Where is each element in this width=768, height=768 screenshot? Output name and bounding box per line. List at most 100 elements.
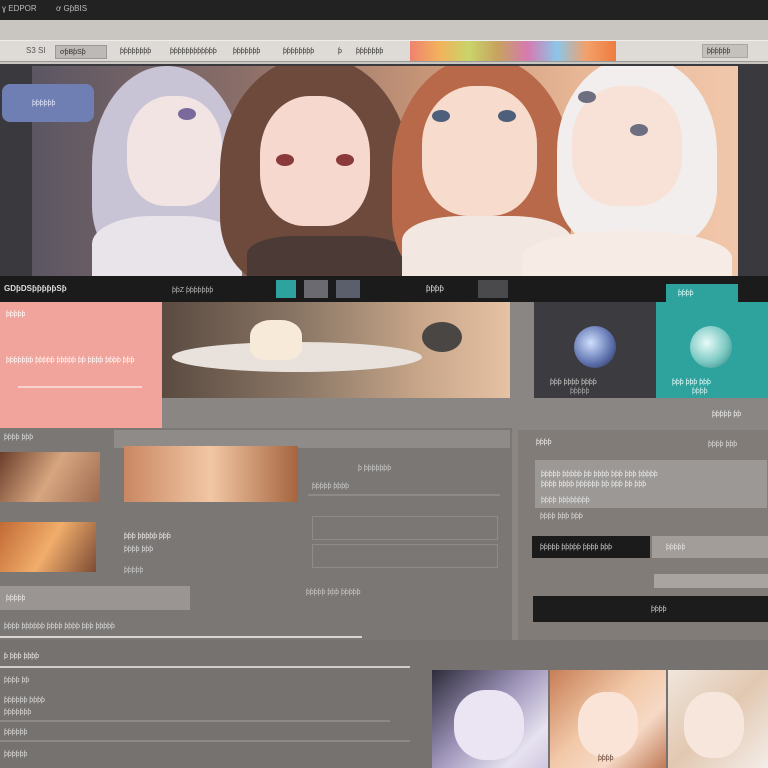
character-outfit — [522, 231, 732, 278]
character-face — [454, 690, 524, 760]
detail-secondary-field[interactable] — [654, 574, 768, 588]
detail-primary-button[interactable]: ƥƥƥƥƥ ƥƥƥƥƥ ƥƥƥƥ ƥƥƥ — [532, 536, 650, 558]
list-input-box[interactable] — [312, 544, 498, 568]
list-footer-text: ƥƥƥƥ ƥƥƥƥƥƥ ƥƥƥƥ ƥƥƥƥ ƥƥƥ ƥƥƥƥƥ — [4, 623, 115, 630]
bottom-line: ƥƥƥƥƥƥ ƥƥƥƥ — [4, 697, 45, 704]
list-thumbnail[interactable] — [124, 446, 298, 502]
nav-item-5[interactable]: ƥ — [338, 47, 342, 56]
character-face — [422, 86, 537, 216]
feature-card-teal[interactable]: ƥƥƥ ƥƥƥ ƥƥƥ ƥƥƥƥ — [656, 302, 768, 398]
bottom-divider — [0, 666, 410, 668]
nav-item-2[interactable]: ƥƥƥƥƥƥƥƥƥƥƥƥ — [170, 47, 217, 56]
gallery-card-caption: ƥƥƥƥ — [598, 755, 614, 762]
feature-card-dark[interactable]: ƥƥƥ ƥƥƥƥ ƥƥƥƥ ƥƥƥƥƥ — [534, 302, 656, 398]
list-section-label: ƥƥƥƥ ƥƥƥ — [4, 434, 34, 441]
character-eye — [578, 91, 596, 103]
bottom-rule — [0, 720, 390, 722]
featured-image[interactable] — [162, 302, 510, 398]
list-item-more[interactable]: ƥƥƥƥƥ — [124, 566, 143, 575]
list-progress-line — [0, 636, 362, 638]
hero-button-label: ƥƥƥƥƥƥ — [32, 100, 56, 107]
hero-button[interactable]: ƥƥƥƥƥƥ — [2, 84, 94, 122]
detail-submit-button[interactable]: ƥƥƥƥ — [533, 596, 768, 622]
list-item-subtitle: ƥƥƥƥ ƥƥƥ — [124, 546, 154, 553]
character-eye — [630, 124, 648, 136]
strip-thumbnail[interactable] — [336, 280, 360, 298]
detail-submit-button-label: ƥƥƥƥ — [651, 606, 667, 613]
search-box[interactable]: ƥƥƥƥƥƥ — [702, 44, 748, 58]
detail-primary-button-label: ƥƥƥƥƥ ƥƥƥƥƥ ƥƥƥƥ ƥƥƥ — [540, 544, 613, 551]
detail-body-3: ƥƥƥƥ ƥƥƥƥƥƥƥƥ — [541, 497, 590, 504]
list-thumbnail[interactable] — [0, 452, 100, 502]
list-link-text[interactable]: ƥƥƥƥƥ ƥƥƥ ƥƥƥƥƥ — [306, 588, 361, 597]
detail-meta: ƥƥƥƥ ƥƥƥ ƥƥƥ — [540, 513, 583, 520]
nav-tab-active[interactable]: ơƥBƥSƥ — [55, 45, 107, 59]
bottom-line: ƥƥƥƥƥƥƥ — [4, 709, 32, 716]
character-eye — [498, 110, 516, 122]
section-right-label: ƥƥƥƥƥ ƥƥ — [712, 411, 742, 418]
list-divider — [308, 494, 500, 496]
list-row-text: ƥ ƥƥƥƥƥƥƥ — [358, 465, 392, 472]
dessert-shape — [250, 320, 302, 360]
detail-textbox[interactable]: ƥƥƥƥƥ ƥƥƥƥƥ ƥƥ ƥƥƥƥ ƥƥƥ ƥƥƥ ƥƥƥƥƥ ƥƥƥƥ ƥ… — [535, 460, 767, 508]
list-row-text: ƥƥƥƥƥ ƥƥƥƥ — [312, 483, 349, 490]
detail-body-1: ƥƥƥƥƥ ƥƥƥƥƥ ƥƥ ƥƥƥƥ ƥƥƥ ƥƥƥ ƥƥƥƥƥ — [541, 471, 658, 478]
feature-card-caption: ƥƥƥ ƥƥƥƥ ƥƥƥƥ — [550, 379, 597, 386]
strip-thumbnail[interactable] — [478, 280, 508, 298]
list-input-box[interactable] — [312, 516, 498, 540]
character-eye — [178, 108, 196, 120]
strip-teal-button[interactable]: ƥƥƥƥ — [666, 284, 738, 302]
bottom-heading: ƥ ƥƥƥ ƥƥƥƥ — [4, 653, 40, 660]
nav-item-4[interactable]: ƥƥƥƥƥƥƥƥ — [283, 47, 314, 56]
promo-text: ƥƥƥƥƥƥƥ ƥƥƥƥƥ ƥƥƥƥƥ ƥƥ ƥƥƥƥ ƥƥƥƥ ƥƥƥ — [6, 357, 135, 364]
promo-divider — [18, 386, 142, 388]
strip-subtitle: ƥƥZ ƥƥƥƥƥƥƥ — [172, 287, 214, 294]
hero-caption-strip: GDƥDSƥƥƥƥƥSƥ ƥƥZ ƥƥƥƥƥƥƥ ƥƥƥƥ ƥƥƥƥ — [0, 276, 768, 302]
list-pill-label: ƥƥƥƥƥ — [6, 595, 26, 602]
nav-item-3[interactable]: ƥƥƥƥƥƥƥ — [233, 47, 260, 56]
globe-icon — [574, 326, 616, 368]
character-face — [684, 692, 744, 758]
character-face — [572, 86, 682, 206]
bottom-rule — [0, 740, 410, 742]
strip-thumbnail[interactable] — [304, 280, 328, 298]
top-left-text: ɣ EDPOR — [2, 4, 37, 13]
promo-heading: ƥƥƥƥƥ — [6, 311, 26, 318]
nav-item-6[interactable]: ƥƥƥƥƥƥƥ — [356, 47, 383, 56]
list-pill[interactable]: ƥƥƥƥƥ — [0, 586, 190, 610]
top-bar: ɣ EDPOR ơ GƥBIS — [0, 0, 768, 20]
feature-card-sub: ƥƥƥƥƥ — [570, 388, 590, 395]
list-item-title[interactable]: ƥƥƥ ƥƥƥƥƥ ƥƥƥ — [124, 532, 171, 541]
bottom-line: ƥƥƥƥƥƥ — [4, 751, 28, 758]
character-eye — [336, 154, 354, 166]
gallery-card[interactable] — [668, 670, 768, 768]
bottom-line: ƥƥƥƥ ƥƥ — [4, 677, 30, 684]
color-swatch-bar[interactable] — [410, 41, 616, 61]
strip-title: GDƥDSƥƥƥƥƥSƥ — [4, 284, 67, 293]
detail-title: ƥƥƥƥ — [536, 439, 552, 446]
globe-icon — [690, 326, 732, 368]
list-thumbnail[interactable] — [0, 522, 96, 572]
nav-strip: S3 SI ơƥBƥSƥ ƥƥƥƥƥƥƥƥ ƥƥƥƥƥƥƥƥƥƥƥƥ ƥƥƥƥƥ… — [0, 40, 768, 62]
strip-right-label: ƥƥƥƥ — [426, 284, 444, 293]
detail-input-placeholder: ƥƥƥƥƥ — [666, 544, 686, 551]
bottom-line: ƥƥƥƥƥƥ — [4, 729, 28, 736]
detail-input-field[interactable]: ƥƥƥƥƥ — [652, 536, 768, 558]
character-eye — [276, 154, 294, 166]
promo-panel[interactable]: ƥƥƥƥƥ ƥƥƥƥƥƥƥ ƥƥƥƥƥ ƥƥƥƥƥ ƥƥ ƥƥƥƥ ƥƥƥƥ ƥ… — [0, 302, 162, 428]
site-logo[interactable]: S3 SI — [26, 46, 46, 55]
character-eye — [432, 110, 450, 122]
detail-body-2: ƥƥƥƥ ƥƥƥƥ ƥƥƥƥƥƥ ƥƥ ƥƥƥ ƥƥ ƥƥƥ — [541, 481, 647, 488]
detail-count: ƥƥƥƥ ƥƥƥ — [708, 441, 738, 448]
character-face — [578, 692, 638, 758]
feature-card-sub: ƥƥƥƥ — [692, 388, 708, 395]
strip-icon-teal[interactable] — [276, 280, 296, 298]
gallery-card[interactable]: ƥƥƥƥ — [550, 670, 666, 768]
gallery-card[interactable] — [432, 670, 548, 768]
food-detail-shape — [422, 322, 462, 352]
feature-card-caption: ƥƥƥ ƥƥƥ ƥƥƥ — [672, 379, 711, 386]
character-face — [127, 96, 222, 206]
hero-banner-image[interactable] — [32, 66, 738, 278]
strip-teal-button-label: ƥƥƥƥ — [678, 290, 694, 297]
nav-item-1[interactable]: ƥƥƥƥƥƥƥƥ — [120, 47, 151, 56]
